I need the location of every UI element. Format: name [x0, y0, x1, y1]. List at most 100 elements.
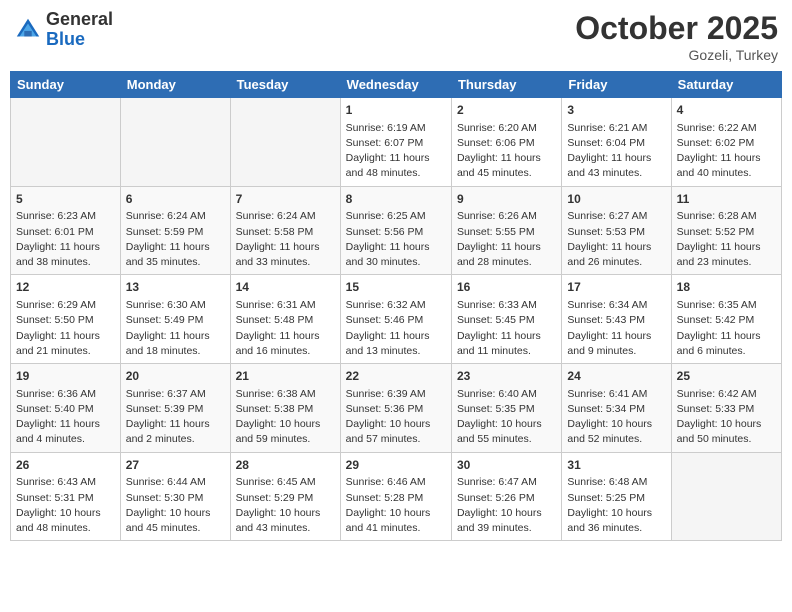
- day-number: 22: [346, 368, 446, 385]
- calendar-day-cell: 12 Sunrise: 6:29 AM Sunset: 5:50 PM Dayli…: [11, 275, 121, 364]
- calendar-week-row: 12 Sunrise: 6:29 AM Sunset: 5:50 PM Dayli…: [11, 275, 782, 364]
- weekday-header: Wednesday: [340, 72, 451, 98]
- day-info: Sunrise: 6:19 AM Sunset: 6:07 PM Dayligh…: [346, 121, 446, 182]
- day-info: Sunrise: 6:30 AM Sunset: 5:49 PM Dayligh…: [126, 298, 225, 359]
- day-number: 18: [677, 279, 776, 296]
- day-number: 3: [567, 102, 665, 119]
- day-info: Sunrise: 6:23 AM Sunset: 6:01 PM Dayligh…: [16, 209, 115, 270]
- calendar-day-cell: 9Sunrise: 6:26 AM Sunset: 5:55 PM Daylig…: [451, 186, 561, 275]
- calendar-table: SundayMondayTuesdayWednesdayThursdayFrid…: [10, 71, 782, 541]
- page-header: General Blue October 2025 Gozeli, Turkey: [10, 10, 782, 63]
- calendar-day-cell: 22 Sunrise: 6:39 AM Sunset: 5:36 PM Dayli…: [340, 364, 451, 453]
- weekday-header: Sunday: [11, 72, 121, 98]
- calendar-day-cell: 30Sunrise: 6:47 AM Sunset: 5:26 PM Dayli…: [451, 452, 561, 541]
- calendar-week-row: 5Sunrise: 6:23 AM Sunset: 6:01 PM Daylig…: [11, 186, 782, 275]
- day-number: 1: [346, 102, 446, 119]
- day-number: 7: [236, 191, 335, 208]
- logo-general-text: General: [46, 9, 113, 29]
- day-number: 19: [16, 368, 115, 385]
- calendar-day-cell: 6Sunrise: 6:24 AM Sunset: 5:59 PM Daylig…: [120, 186, 230, 275]
- day-info: Sunrise: 6:21 AM Sunset: 6:04 PM Dayligh…: [567, 121, 665, 182]
- day-info: Sunrise: 6:37 AM Sunset: 5:39 PM Dayligh…: [126, 387, 225, 448]
- title-block: October 2025 Gozeli, Turkey: [575, 10, 778, 63]
- day-info: Sunrise: 6:33 AM Sunset: 5:45 PM Dayligh…: [457, 298, 556, 359]
- day-info: Sunrise: 6:35 AM Sunset: 5:42 PM Dayligh…: [677, 298, 776, 359]
- day-number: 12: [16, 279, 115, 296]
- calendar-day-cell: 23Sunrise: 6:40 AM Sunset: 5:35 PM Dayli…: [451, 364, 561, 453]
- weekday-header: Monday: [120, 72, 230, 98]
- day-info: Sunrise: 6:27 AM Sunset: 5:53 PM Dayligh…: [567, 209, 665, 270]
- day-info: Sunrise: 6:47 AM Sunset: 5:26 PM Dayligh…: [457, 475, 556, 536]
- day-number: 14: [236, 279, 335, 296]
- day-number: 28: [236, 457, 335, 474]
- calendar-day-cell: 21Sunrise: 6:38 AM Sunset: 5:38 PM Dayli…: [230, 364, 340, 453]
- day-info: Sunrise: 6:25 AM Sunset: 5:56 PM Dayligh…: [346, 209, 446, 270]
- day-info: Sunrise: 6:24 AM Sunset: 5:59 PM Dayligh…: [126, 209, 225, 270]
- day-number: 17: [567, 279, 665, 296]
- calendar-day-cell: 20 Sunrise: 6:37 AM Sunset: 5:39 PM Dayli…: [120, 364, 230, 453]
- day-number: 13: [126, 279, 225, 296]
- calendar-day-cell: [11, 98, 121, 187]
- day-info: Sunrise: 6:32 AM Sunset: 5:46 PM Dayligh…: [346, 298, 446, 359]
- day-info: Sunrise: 6:36 AM Sunset: 5:40 PM Dayligh…: [16, 387, 115, 448]
- day-number: 29: [346, 457, 446, 474]
- calendar-week-row: 26Sunrise: 6:43 AM Sunset: 5:31 PM Dayli…: [11, 452, 782, 541]
- day-info: Sunrise: 6:28 AM Sunset: 5:52 PM Dayligh…: [677, 209, 776, 270]
- calendar-day-cell: [230, 98, 340, 187]
- calendar-day-cell: 18 Sunrise: 6:35 AM Sunset: 5:42 PM Dayli…: [671, 275, 781, 364]
- calendar-day-cell: [671, 452, 781, 541]
- day-info: Sunrise: 6:26 AM Sunset: 5:55 PM Dayligh…: [457, 209, 556, 270]
- day-info: Sunrise: 6:34 AM Sunset: 5:43 PM Dayligh…: [567, 298, 665, 359]
- day-info: Sunrise: 6:44 AM Sunset: 5:30 PM Dayligh…: [126, 475, 225, 536]
- weekday-header: Saturday: [671, 72, 781, 98]
- logo-icon: [14, 16, 42, 44]
- day-number: 25: [677, 368, 776, 385]
- calendar-day-cell: 11Sunrise: 6:28 AM Sunset: 5:52 PM Dayli…: [671, 186, 781, 275]
- calendar-day-cell: 19 Sunrise: 6:36 AM Sunset: 5:40 PM Dayli…: [11, 364, 121, 453]
- logo-blue-text: Blue: [46, 29, 85, 49]
- day-number: 30: [457, 457, 556, 474]
- calendar-day-cell: 15 Sunrise: 6:32 AM Sunset: 5:46 PM Dayli…: [340, 275, 451, 364]
- day-number: 27: [126, 457, 225, 474]
- location: Gozeli, Turkey: [575, 47, 778, 63]
- day-info: Sunrise: 6:43 AM Sunset: 5:31 PM Dayligh…: [16, 475, 115, 536]
- calendar-week-row: 19 Sunrise: 6:36 AM Sunset: 5:40 PM Dayli…: [11, 364, 782, 453]
- calendar-day-cell: 25 Sunrise: 6:42 AM Sunset: 5:33 PM Dayli…: [671, 364, 781, 453]
- day-info: Sunrise: 6:31 AM Sunset: 5:48 PM Dayligh…: [236, 298, 335, 359]
- calendar-day-cell: 24Sunrise: 6:41 AM Sunset: 5:34 PM Dayli…: [562, 364, 671, 453]
- month-title: October 2025: [575, 10, 778, 47]
- day-info: Sunrise: 6:41 AM Sunset: 5:34 PM Dayligh…: [567, 387, 665, 448]
- day-number: 11: [677, 191, 776, 208]
- day-number: 5: [16, 191, 115, 208]
- calendar-day-cell: 1 Sunrise: 6:19 AM Sunset: 6:07 PM Daylig…: [340, 98, 451, 187]
- day-number: 8: [346, 191, 446, 208]
- day-info: Sunrise: 6:22 AM Sunset: 6:02 PM Dayligh…: [677, 121, 776, 182]
- calendar-day-cell: 17 Sunrise: 6:34 AM Sunset: 5:43 PM Dayli…: [562, 275, 671, 364]
- day-info: Sunrise: 6:24 AM Sunset: 5:58 PM Dayligh…: [236, 209, 335, 270]
- calendar-day-cell: 3 Sunrise: 6:21 AM Sunset: 6:04 PM Daylig…: [562, 98, 671, 187]
- calendar-day-cell: [120, 98, 230, 187]
- day-info: Sunrise: 6:38 AM Sunset: 5:38 PM Dayligh…: [236, 387, 335, 448]
- calendar-day-cell: 27Sunrise: 6:44 AM Sunset: 5:30 PM Dayli…: [120, 452, 230, 541]
- day-info: Sunrise: 6:20 AM Sunset: 6:06 PM Dayligh…: [457, 121, 556, 182]
- calendar-day-cell: 13 Sunrise: 6:30 AM Sunset: 5:49 PM Dayli…: [120, 275, 230, 364]
- logo: General Blue: [14, 10, 113, 50]
- day-info: Sunrise: 6:39 AM Sunset: 5:36 PM Dayligh…: [346, 387, 446, 448]
- day-number: 9: [457, 191, 556, 208]
- logo-text: General Blue: [46, 10, 113, 50]
- calendar-day-cell: 26Sunrise: 6:43 AM Sunset: 5:31 PM Dayli…: [11, 452, 121, 541]
- calendar-day-cell: 14 Sunrise: 6:31 AM Sunset: 5:48 PM Dayli…: [230, 275, 340, 364]
- calendar-week-row: 1 Sunrise: 6:19 AM Sunset: 6:07 PM Daylig…: [11, 98, 782, 187]
- day-info: Sunrise: 6:29 AM Sunset: 5:50 PM Dayligh…: [16, 298, 115, 359]
- day-info: Sunrise: 6:45 AM Sunset: 5:29 PM Dayligh…: [236, 475, 335, 536]
- day-number: 20: [126, 368, 225, 385]
- calendar-day-cell: 16Sunrise: 6:33 AM Sunset: 5:45 PM Dayli…: [451, 275, 561, 364]
- day-number: 4: [677, 102, 776, 119]
- day-number: 15: [346, 279, 446, 296]
- day-info: Sunrise: 6:46 AM Sunset: 5:28 PM Dayligh…: [346, 475, 446, 536]
- calendar-day-cell: 29Sunrise: 6:46 AM Sunset: 5:28 PM Dayli…: [340, 452, 451, 541]
- day-number: 6: [126, 191, 225, 208]
- calendar-day-cell: 8Sunrise: 6:25 AM Sunset: 5:56 PM Daylig…: [340, 186, 451, 275]
- day-number: 23: [457, 368, 556, 385]
- day-info: Sunrise: 6:42 AM Sunset: 5:33 PM Dayligh…: [677, 387, 776, 448]
